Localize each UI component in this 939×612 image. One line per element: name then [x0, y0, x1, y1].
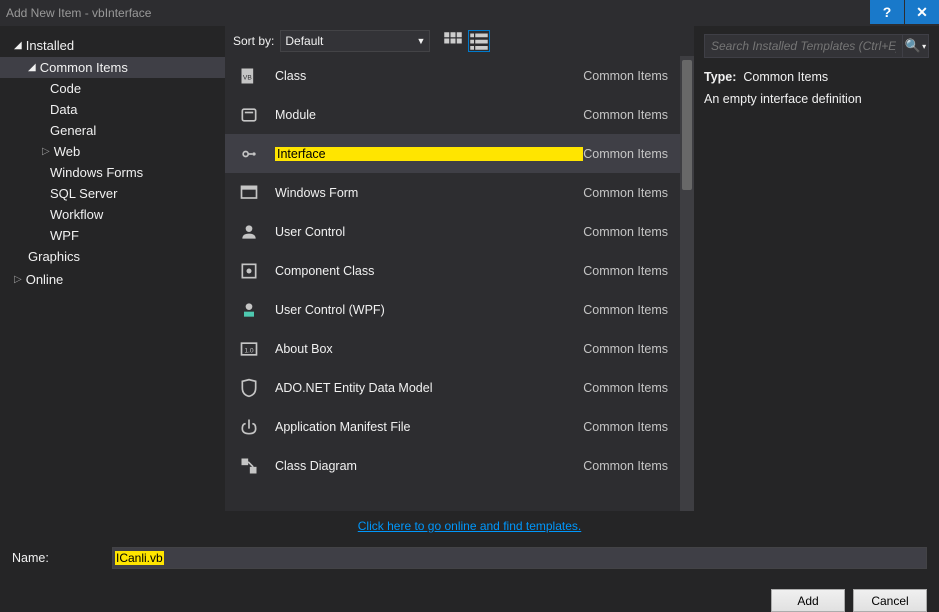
search-button[interactable]: 🔍▾ — [903, 34, 929, 58]
template-name: ADO.NET Entity Data Model — [275, 381, 583, 395]
template-category: Common Items — [583, 381, 668, 395]
svg-text:1.0: 1.0 — [244, 347, 254, 354]
template-icon — [237, 142, 261, 166]
template-class-diagram[interactable]: Class DiagramCommon Items — [225, 446, 680, 485]
close-button[interactable]: ✕ — [905, 0, 939, 24]
window-title: Add New Item - vbInterface — [6, 6, 151, 20]
tree-item-data[interactable]: Data — [0, 99, 225, 120]
template-name: Class Diagram — [275, 459, 583, 473]
scrollbar-thumb[interactable] — [682, 60, 692, 190]
description: An empty interface definition — [704, 92, 929, 106]
view-grid-button[interactable] — [442, 30, 464, 52]
titlebar: Add New Item - vbInterface ? ✕ — [0, 0, 939, 26]
chevron-down-icon: ◢ — [14, 40, 22, 51]
template-icon — [237, 376, 261, 400]
svg-text:VB: VB — [243, 74, 252, 81]
template-icon — [237, 103, 261, 127]
template-name: Component Class — [275, 264, 583, 278]
template-list[interactable]: VBClassCommon ItemsModuleCommon ItemsInt… — [225, 56, 680, 511]
template-icon — [237, 181, 261, 205]
tree-installed[interactable]: ◢Installed — [0, 34, 225, 57]
tree-item-code[interactable]: Code — [0, 78, 225, 99]
tree-item-wpf[interactable]: WPF — [0, 225, 225, 246]
sortby-label: Sort by: — [233, 34, 274, 48]
tree-item-general[interactable]: General — [0, 120, 225, 141]
sidebar: ◢Installed ◢Common Items Code Data Gener… — [0, 26, 225, 511]
type-label: Type: — [704, 70, 736, 84]
online-link-row: Click here to go online and find templat… — [0, 511, 939, 541]
template-category: Common Items — [583, 108, 668, 122]
template-interface[interactable]: InterfaceCommon Items — [225, 134, 680, 173]
template-category: Common Items — [583, 459, 668, 473]
name-input[interactable]: ICanli.vb — [112, 547, 927, 569]
scrollbar[interactable] — [680, 56, 694, 511]
template-category: Common Items — [583, 147, 668, 161]
template-ado-net-entity-data-model[interactable]: ADO.NET Entity Data ModelCommon Items — [225, 368, 680, 407]
template-module[interactable]: ModuleCommon Items — [225, 95, 680, 134]
tree-graphics[interactable]: Graphics — [0, 246, 225, 267]
template-icon — [237, 415, 261, 439]
help-button[interactable]: ? — [870, 0, 904, 24]
template-name: Windows Form — [275, 186, 583, 200]
cancel-button[interactable]: Cancel — [853, 589, 927, 612]
template-icon: 1.0 — [237, 337, 261, 361]
template-icon: VB — [237, 64, 261, 88]
template-component-class[interactable]: Component ClassCommon Items — [225, 251, 680, 290]
template-category: Common Items — [583, 342, 668, 356]
template-name: Interface — [275, 147, 583, 161]
tree-item-sql[interactable]: SQL Server — [0, 183, 225, 204]
template-windows-form[interactable]: Windows FormCommon Items — [225, 173, 680, 212]
name-label: Name: — [12, 551, 62, 565]
online-templates-link[interactable]: Click here to go online and find templat… — [358, 519, 581, 533]
template-category: Common Items — [583, 69, 668, 83]
template-name: User Control — [275, 225, 583, 239]
template-icon — [237, 259, 261, 283]
template-application-manifest-file[interactable]: Application Manifest FileCommon Items — [225, 407, 680, 446]
chevron-down-icon: ▼ — [416, 36, 425, 46]
template-name: Module — [275, 108, 583, 122]
template-name: User Control (WPF) — [275, 303, 583, 317]
template-class[interactable]: VB ClassCommon Items — [225, 56, 680, 95]
chevron-right-icon: ▷ — [42, 146, 50, 157]
template-user-control-wpf-[interactable]: User Control (WPF)Common Items — [225, 290, 680, 329]
chevron-down-icon: ◢ — [28, 62, 36, 73]
sortby-dropdown[interactable]: Default▼ — [280, 30, 430, 52]
detail-pane: 🔍▾ Type: Common Items An empty interface… — [694, 26, 939, 511]
type-value: Common Items — [743, 70, 828, 84]
search-icon: 🔍 — [905, 38, 921, 54]
tree-item-web[interactable]: ▷Web — [0, 141, 225, 162]
toolbar: Sort by: Default▼ — [225, 26, 694, 56]
template-about-box[interactable]: 1.0 About BoxCommon Items — [225, 329, 680, 368]
template-name: About Box — [275, 342, 583, 356]
template-category: Common Items — [583, 186, 668, 200]
template-icon — [237, 220, 261, 244]
template-category: Common Items — [583, 225, 668, 239]
tree-online[interactable]: ▷Online — [0, 269, 225, 290]
template-name: Class — [275, 69, 583, 83]
tree-common-items[interactable]: ◢Common Items — [0, 57, 225, 78]
template-name: Application Manifest File — [275, 420, 583, 434]
search-input[interactable] — [704, 34, 903, 58]
template-category: Common Items — [583, 303, 668, 317]
template-category: Common Items — [583, 420, 668, 434]
template-icon — [237, 454, 261, 478]
template-category: Common Items — [583, 264, 668, 278]
view-list-button[interactable] — [468, 30, 490, 52]
tree-item-workflow[interactable]: Workflow — [0, 204, 225, 225]
chevron-right-icon: ▷ — [14, 274, 22, 285]
tree-item-winforms[interactable]: Windows Forms — [0, 162, 225, 183]
template-user-control[interactable]: User ControlCommon Items — [225, 212, 680, 251]
add-button[interactable]: Add — [771, 589, 845, 612]
template-icon — [237, 298, 261, 322]
